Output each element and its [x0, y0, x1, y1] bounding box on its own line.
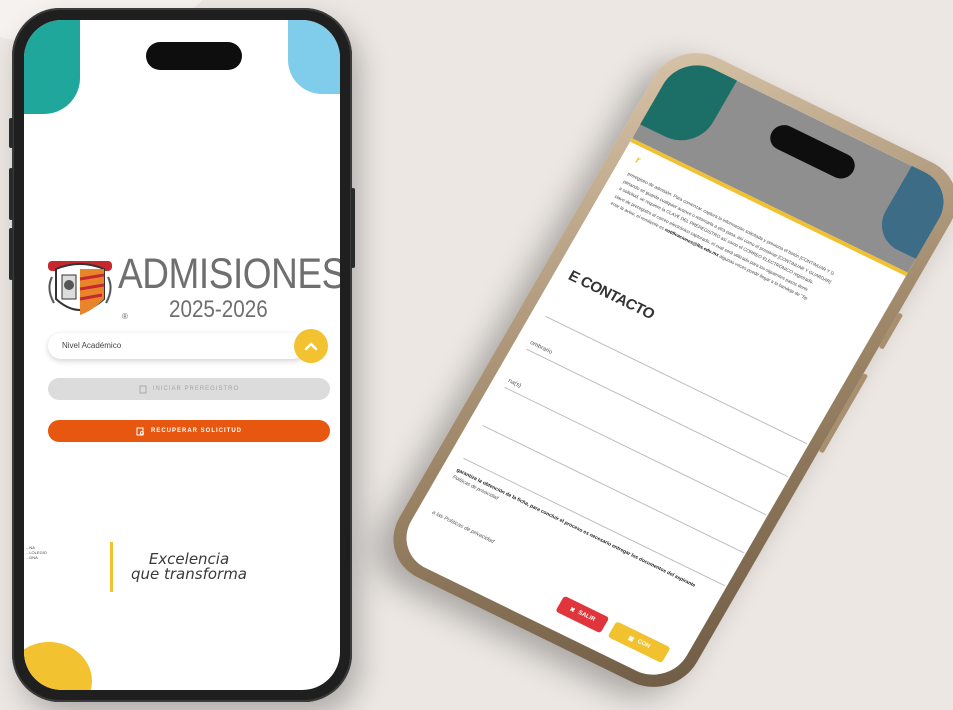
page-title: ADMISIONES: [118, 250, 340, 298]
side-button: [9, 228, 13, 280]
exit-button[interactable]: ✖ SALIR: [555, 595, 610, 634]
continue-button[interactable]: ▣ CON: [607, 621, 671, 664]
school-crest-logo: [48, 261, 112, 315]
save-icon: ▣: [626, 634, 636, 643]
recover-request-label: RECUPERAR SOLICITUD: [150, 428, 242, 434]
power-button: [351, 188, 355, 268]
select-placeholder: Nivel Académico: [62, 341, 122, 350]
phone-right-screen: r preregistro de admisión. Para comenzar…: [393, 53, 953, 687]
divider: [110, 542, 113, 592]
registered-mark: ®: [122, 312, 128, 321]
recover-request-button[interactable]: RECUPERAR SOLICITUD: [48, 420, 330, 442]
form-heading: r: [633, 154, 643, 167]
phone-right-wrapper: r preregistro de admisión. Para comenzar…: [376, 10, 953, 710]
slogan: Excelencia que transforma: [122, 552, 256, 582]
start-preregistration-label: INICIAR PREREGISTRO: [152, 386, 240, 392]
decor-teal-shape: [24, 20, 80, 114]
chevron-up-icon[interactable]: [294, 329, 328, 363]
dynamic-island: [146, 42, 242, 70]
phone-left-screen: ADMISIONES 2025-2026 ® Nivel Académico I…: [24, 20, 340, 690]
start-preregistration-button[interactable]: INICIAR PREREGISTRO: [48, 378, 330, 400]
slogan-line-2: que transforma: [130, 565, 247, 583]
privacy-acceptance[interactable]: a las Políticas de privacidad: [431, 510, 495, 545]
document-search-icon: [136, 427, 144, 435]
academic-level-select[interactable]: Nivel Académico: [48, 333, 306, 359]
decor-yellow-shape: [24, 642, 92, 690]
institution-logo-text: ...NA ...LOLEGIO ...DNA: [26, 545, 47, 560]
phone-left: ADMISIONES 2025-2026 ® Nivel Académico I…: [9, 8, 355, 702]
document-icon: [139, 385, 147, 393]
close-icon: ✖: [568, 606, 576, 614]
phone-right: r preregistro de admisión. Para comenzar…: [376, 37, 953, 703]
decor-sky-shape: [288, 20, 340, 94]
side-button: [878, 312, 904, 350]
admission-year: 2025-2026: [169, 296, 268, 323]
side-button: [9, 168, 13, 220]
side-button: [9, 118, 13, 148]
